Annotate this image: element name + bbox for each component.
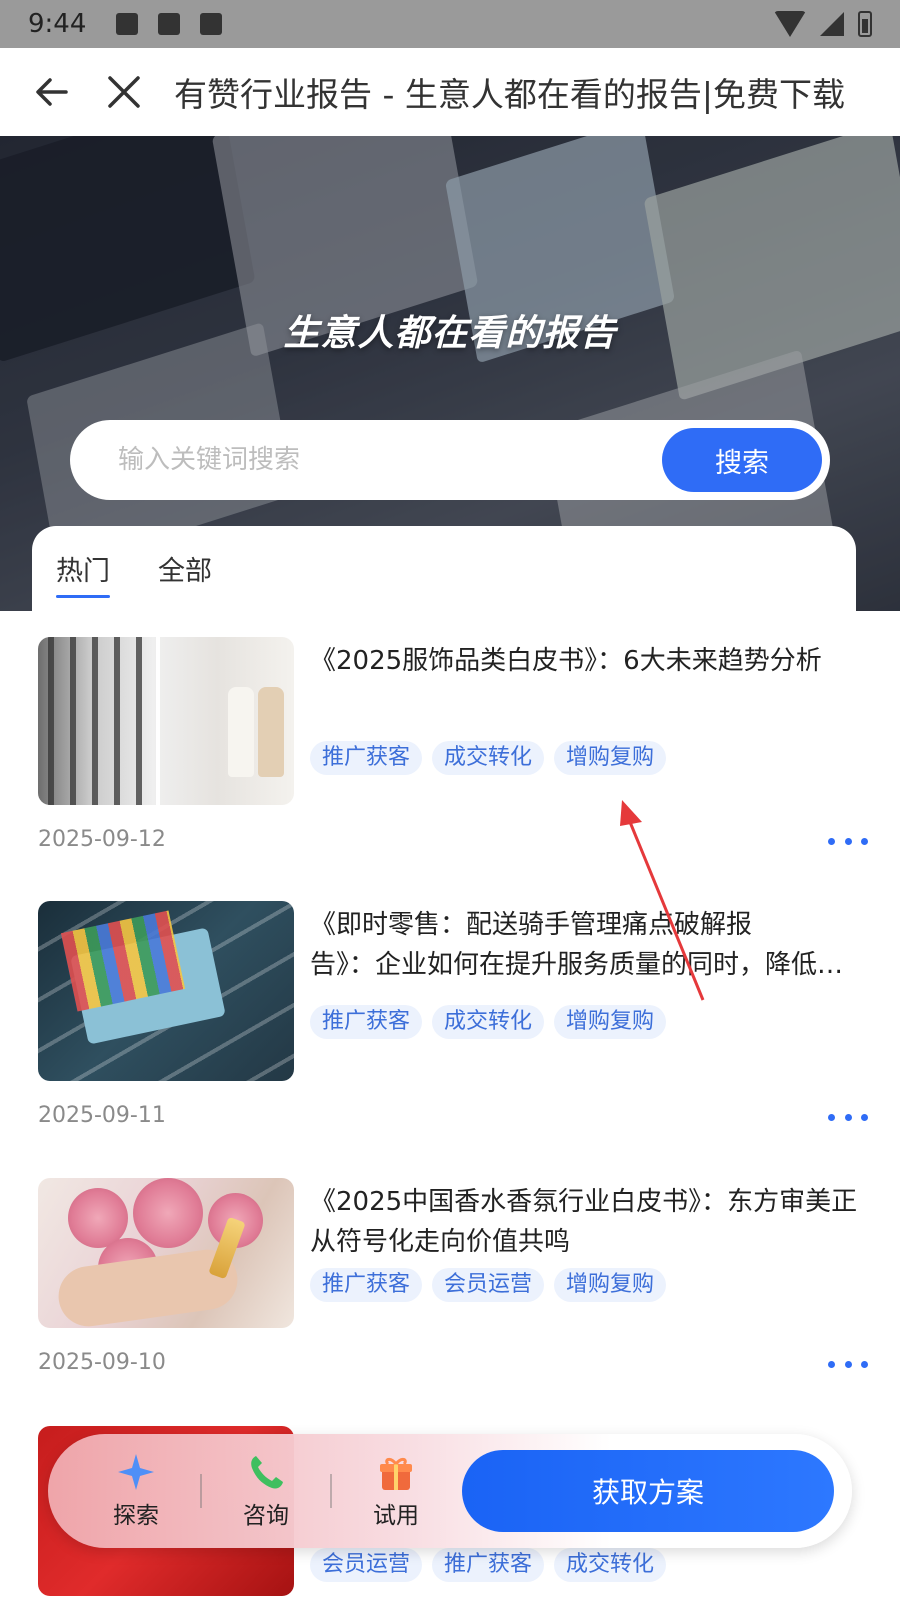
- notification-icons: [116, 13, 223, 35]
- tag: 推广获客: [310, 1268, 423, 1302]
- tag: 增购复购: [554, 741, 667, 775]
- report-title[interactable]: 《2025中国香水香氛行业白皮书》：东方审美正从符号化走向价值共鸣: [310, 1182, 860, 1262]
- report-thumbnail: [38, 637, 294, 805]
- tag: 增购复购: [554, 1005, 667, 1039]
- tag: 增购复购: [554, 1268, 667, 1302]
- bottom-action-bar: 探索 咨询 试用 获取方案: [48, 1434, 852, 1548]
- consult-button[interactable]: 咨询: [202, 1452, 330, 1530]
- report-date: 2025-09-11: [38, 1103, 166, 1128]
- tab-all[interactable]: 全部: [158, 549, 212, 594]
- status-bar: 9:44: [0, 0, 900, 48]
- phone-icon: [246, 1452, 286, 1492]
- explore-button[interactable]: 探索: [72, 1452, 200, 1530]
- more-icon[interactable]: [828, 1105, 868, 1129]
- tag-list: 推广获客 成交转化 增购复购: [310, 1005, 667, 1039]
- tab-hot[interactable]: 热门: [56, 549, 110, 598]
- close-button[interactable]: [92, 60, 156, 124]
- more-icon[interactable]: [828, 829, 868, 853]
- report-title-line: 《即时零售：配送骑手管理痛点破解报: [310, 910, 753, 940]
- gift-icon: [376, 1452, 416, 1492]
- tag: 会员运营: [310, 1548, 423, 1582]
- trial-button[interactable]: 试用: [332, 1452, 460, 1530]
- image-icon: [116, 13, 139, 35]
- search-button[interactable]: 搜索: [662, 428, 822, 492]
- tab-bar: 热门 全部: [32, 526, 856, 616]
- arrow-left-icon: [36, 78, 68, 106]
- tag-list: 推广获客 会员运营 增购复购: [310, 1268, 667, 1302]
- search-bar: 搜索: [70, 420, 830, 500]
- thumb-up-icon: [200, 13, 223, 35]
- report-title-line: 告》：企业如何在提升服务质量的同时，降低成本: [310, 950, 860, 980]
- report-date: 2025-09-12: [38, 827, 166, 852]
- get-solution-button[interactable]: 获取方案: [462, 1450, 834, 1532]
- list-item[interactable]: 《2025服饰品类白皮书》：6大未来趋势分析 推广获客 成交转化 增购复购 20…: [38, 637, 868, 867]
- report-thumbnail: [38, 1178, 294, 1328]
- battery-icon: [858, 11, 872, 37]
- wifi-icon: [774, 11, 806, 37]
- tag: 会员运营: [432, 1268, 545, 1302]
- text-icon: [158, 13, 181, 35]
- report-title[interactable]: 《即时零售：配送骑手管理痛点破解报 告》：企业如何在提升服务质量的同时，降低成本: [310, 905, 860, 985]
- list-item[interactable]: 《2025中国香水香氛行业白皮书》：东方审美正从符号化走向价值共鸣 推广获客 会…: [38, 1178, 868, 1398]
- status-time: 9:44: [28, 9, 87, 39]
- tag: 推广获客: [310, 1005, 423, 1039]
- trial-label: 试用: [373, 1503, 419, 1529]
- tag: 成交转化: [432, 741, 545, 775]
- tag: 推广获客: [432, 1548, 545, 1582]
- sparkle-icon: [116, 1452, 156, 1492]
- report-title[interactable]: 《2025服饰品类白皮书》：6大未来趋势分析: [310, 641, 860, 681]
- list-item[interactable]: 《即时零售：配送骑手管理痛点破解报 告》：企业如何在提升服务质量的同时，降低成本…: [38, 901, 868, 1141]
- tag-list: 会员运营 推广获客 成交转化: [310, 1548, 667, 1582]
- tag: 成交转化: [554, 1548, 667, 1582]
- close-icon: [108, 76, 140, 108]
- report-thumbnail: [38, 901, 294, 1081]
- search-input[interactable]: [118, 445, 662, 475]
- more-icon[interactable]: [828, 1352, 868, 1376]
- nav-bar: 有赞行业报告 - 生意人都在看的报告|免费下载: [0, 48, 900, 136]
- tag: 推广获客: [310, 741, 423, 775]
- tag-list: 推广获客 成交转化 增购复购: [310, 741, 667, 775]
- back-button[interactable]: [20, 60, 84, 124]
- report-date: 2025-09-10: [38, 1350, 166, 1375]
- signal-icon: [820, 12, 844, 36]
- tag: 成交转化: [432, 1005, 545, 1039]
- page-title: 有赞行业报告 - 生意人都在看的报告|免费下载: [174, 75, 846, 114]
- system-icons: [774, 11, 872, 37]
- consult-label: 咨询: [243, 1503, 289, 1529]
- explore-label: 探索: [113, 1503, 159, 1529]
- hero-title: 生意人都在看的报告: [283, 313, 617, 354]
